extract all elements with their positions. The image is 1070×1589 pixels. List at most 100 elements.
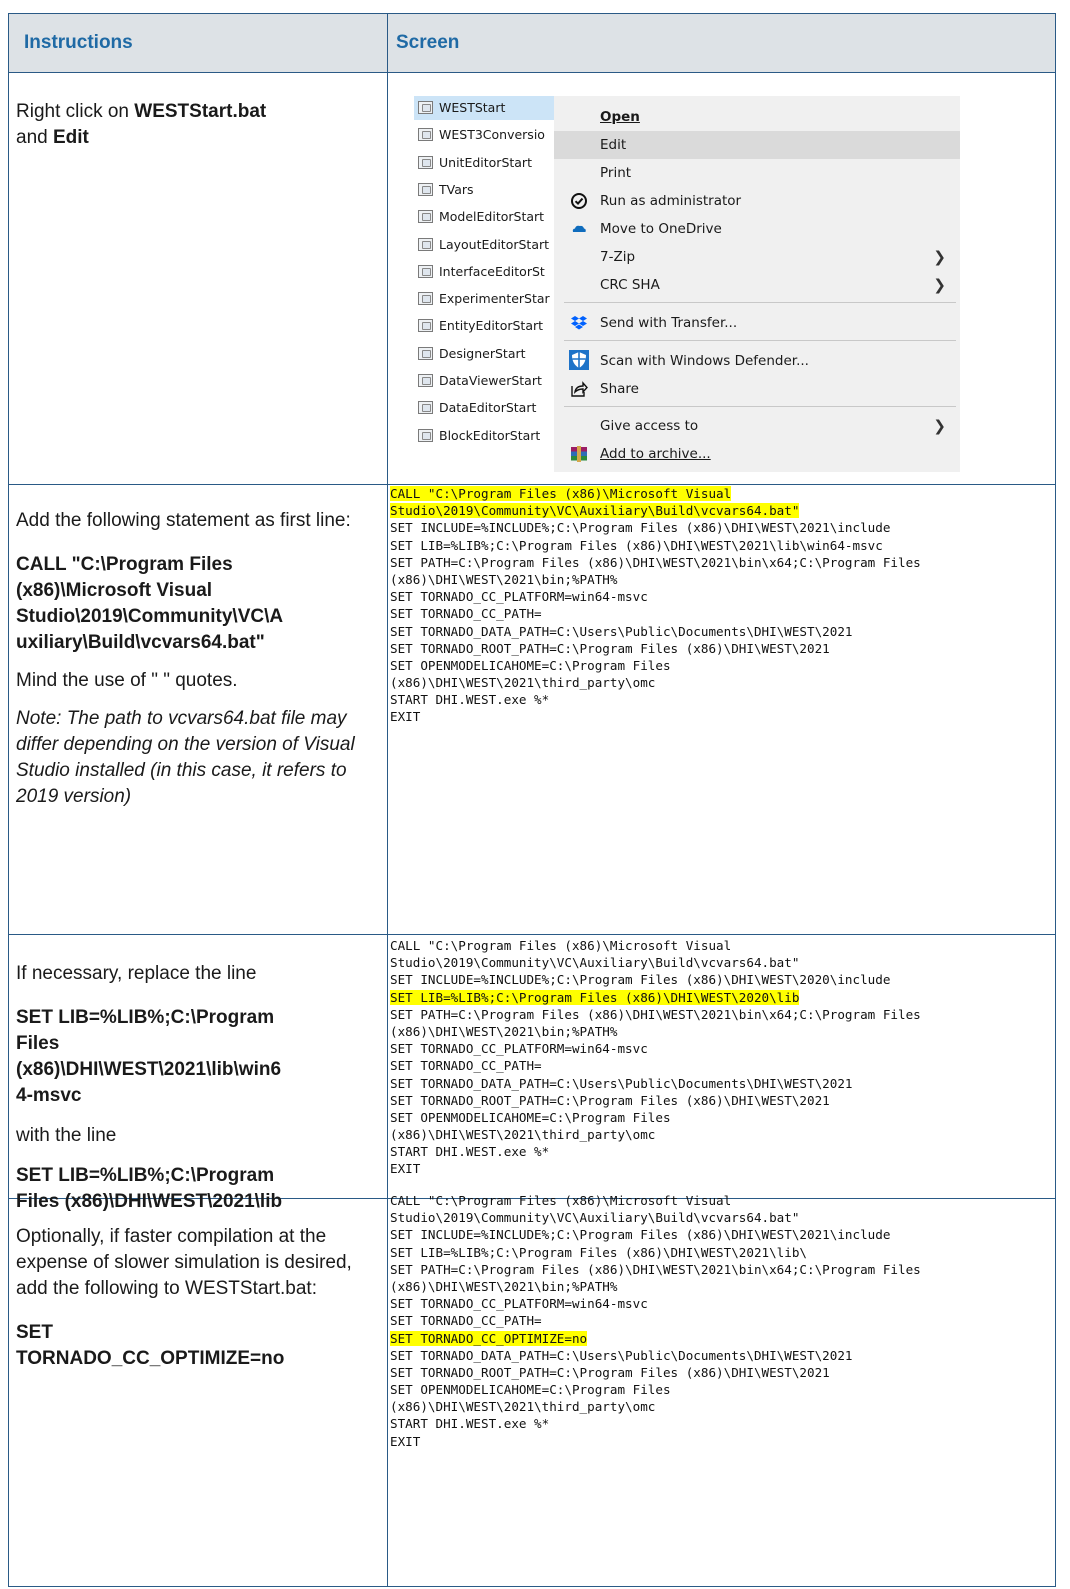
- code-line: SET TORNADO_CC_OPTIMIZE=no: [390, 1330, 1055, 1347]
- old-line: Files: [16, 1033, 60, 1054]
- code-line: (x86)\DHI\WEST\2021\third_party\omc: [390, 1398, 1055, 1415]
- code-text: Studio\2019\Community\VC\Auxiliary\Build…: [390, 955, 800, 971]
- new-line: SET LIB=%LIB%;C:\Program: [16, 1165, 275, 1186]
- row2-instructions: Add the following statement as first lin…: [16, 508, 361, 810]
- bat-code-block: CALL "C:\Program Files (x86)\Microsoft V…: [390, 1192, 1055, 1450]
- call-statement: (x86)\Microsoft Visual: [16, 580, 213, 601]
- menu-separator: [564, 302, 956, 303]
- explorer-screenshot: WESTStart WEST3Conversio UnitEditorStart TV…: [414, 96, 960, 472]
- code-text: SET TORNADO_ROOT_PATH=C:\Program Files (…: [390, 640, 830, 656]
- menu-run-as-admin[interactable]: Run as administrator: [554, 187, 960, 215]
- menu-label: Give access to: [600, 418, 699, 434]
- code-text: SET INCLUDE=%INCLUDE%;C:\Program Files (…: [390, 972, 891, 988]
- file-item[interactable]: ModelEditorStart: [414, 205, 564, 229]
- menu-label: Move to OneDrive: [600, 221, 722, 237]
- code-text: (x86)\DHI\WEST\2021\bin;%PATH%: [390, 571, 618, 587]
- code-text: SET TORNADO_CC_PATH=: [390, 1313, 542, 1329]
- file-item[interactable]: DataViewerStart: [414, 369, 564, 393]
- batch-file-icon: [418, 292, 433, 306]
- code-line: SET PATH=C:\Program Files (x86)\DHI\WEST…: [390, 554, 1055, 571]
- file-item[interactable]: DataEditorStart: [414, 396, 564, 420]
- file-name: ExperimenterStar: [439, 291, 550, 307]
- code-text: CALL "C:\Program Files (x86)\Microsoft V…: [390, 938, 732, 953]
- file-name: TVars: [439, 181, 474, 197]
- menu-send-transfer[interactable]: Send with Transfer...: [554, 309, 960, 337]
- file-name: EntityEditorStart: [439, 318, 544, 334]
- code-text: SET OPENMODELICAHOME=C:\Program Files: [390, 1382, 671, 1398]
- code-text: START DHI.WEST.exe %*: [390, 1416, 550, 1432]
- file-item[interactable]: BlockEditorStart: [414, 424, 564, 448]
- file-item[interactable]: TVars: [414, 178, 564, 202]
- menu-scan-defender[interactable]: Scan with Windows Defender...: [554, 347, 960, 375]
- code-text: SET TORNADO_DATA_PATH=C:\Users\Public\Do…: [390, 1075, 853, 1091]
- code-line: SET TORNADO_DATA_PATH=C:\Users\Public\Do…: [390, 623, 1055, 640]
- code-text: (x86)\DHI\WEST\2021\bin;%PATH%: [390, 1023, 618, 1039]
- menu-print[interactable]: Print: [554, 159, 960, 187]
- batch-file-icon: [418, 210, 433, 224]
- row-divider: [9, 72, 1055, 73]
- bat-code-block: CALL "C:\Program Files (x86)\Microsoft V…: [390, 937, 1055, 1178]
- quotes-note: Mind the use of " " quotes.: [16, 670, 238, 691]
- old-line: (x86)\DHI\WEST\2021\lib\win6: [16, 1059, 282, 1080]
- code-text: SET TORNADO_CC_PATH=: [390, 606, 542, 622]
- menu-crc-sha[interactable]: CRC SHA ❯: [554, 271, 960, 299]
- code-text: SET INCLUDE=%INCLUDE%;C:\Program Files (…: [390, 1227, 891, 1243]
- file-item[interactable]: UnitEditorStart: [414, 151, 564, 175]
- menu-share[interactable]: Share: [554, 375, 960, 403]
- code-text: SET TORNADO_CC_PLATFORM=win64-msvc: [390, 1041, 648, 1057]
- text: and: [16, 127, 53, 148]
- code-text: (x86)\DHI\WEST\2021\third_party\omc: [390, 1127, 656, 1143]
- code-text: CALL "C:\Program Files (x86)\Microsoft V…: [390, 486, 732, 501]
- code-line: CALL "C:\Program Files (x86)\Microsoft V…: [390, 1192, 1055, 1209]
- code-line: SET OPENMODELICAHOME=C:\Program Files: [390, 1381, 1055, 1398]
- defender-shield-icon: [568, 349, 590, 371]
- winrar-archive-icon: [570, 445, 588, 463]
- code-line: (x86)\DHI\WEST\2021\third_party\omc: [390, 1126, 1055, 1143]
- code-line: EXIT: [390, 708, 1055, 725]
- file-item[interactable]: LayoutEditorStart: [414, 233, 564, 257]
- file-item[interactable]: WEST3Conversio: [414, 123, 564, 147]
- menu-label: Run as administrator: [600, 193, 742, 209]
- optimize-statement: SET: [16, 1322, 53, 1343]
- file-name: WESTStart: [439, 100, 506, 115]
- code-line: SET PATH=C:\Program Files (x86)\DHI\WEST…: [390, 1006, 1055, 1023]
- instruction-text: Add the following statement as first lin…: [16, 510, 351, 531]
- file-item[interactable]: ExperimenterStar: [414, 287, 564, 311]
- file-item[interactable]: WESTStart: [414, 96, 564, 120]
- code-line: SET TORNADO_CC_PLATFORM=win64-msvc: [390, 1295, 1055, 1312]
- file-name: ModelEditorStart: [439, 209, 545, 225]
- instruction-text: If necessary, replace the line: [16, 963, 257, 984]
- menu-label: Share: [600, 381, 639, 397]
- menu-give-access[interactable]: Give access to ❯: [554, 412, 960, 440]
- batch-file-icon: [418, 155, 433, 169]
- edit-keyword: Edit: [52, 127, 89, 148]
- file-item[interactable]: InterfaceEditorSt: [414, 260, 564, 284]
- code-text: SET TORNADO_CC_PLATFORM=win64-msvc: [390, 589, 648, 605]
- call-statement: Studio\2019\Community\VC\A: [16, 606, 284, 627]
- code-text: SET TORNADO_DATA_PATH=C:\Users\Public\Do…: [390, 623, 853, 639]
- menu-move-onedrive[interactable]: Move to OneDrive: [554, 215, 960, 243]
- file-name: DataViewerStart: [439, 373, 542, 388]
- row3-instructions: If necessary, replace the line SET LIB=%…: [16, 961, 361, 1215]
- file-name: InterfaceEditorSt: [439, 263, 545, 279]
- menu-edit[interactable]: Edit: [554, 131, 960, 159]
- file-item[interactable]: EntityEditorStart: [414, 314, 564, 338]
- code-text: SET TORNADO_CC_PATH=: [390, 1058, 542, 1074]
- menu-open[interactable]: Open: [554, 103, 960, 131]
- code-text: EXIT: [390, 1433, 421, 1449]
- code-line: SET OPENMODELICAHOME=C:\Program Files: [390, 657, 1055, 674]
- menu-7zip[interactable]: 7-Zip ❯: [554, 243, 960, 271]
- file-item[interactable]: DesignerStart: [414, 342, 564, 366]
- menu-label: Edit: [600, 137, 627, 153]
- file-name: BlockEditorStart: [439, 427, 541, 443]
- code-line: Studio\2019\Community\VC\Auxiliary\Build…: [390, 1209, 1055, 1226]
- code-line: EXIT: [390, 1160, 1055, 1177]
- menu-separator: [564, 406, 956, 407]
- code-text: SET TORNADO_ROOT_PATH=C:\Program Files (…: [390, 1092, 830, 1108]
- menu-add-archive[interactable]: Add to archive...: [554, 440, 960, 468]
- menu-label: Send with Transfer...: [600, 315, 738, 331]
- code-line: SET INCLUDE=%INCLUDE%;C:\Program Files (…: [390, 971, 1055, 988]
- code-text: SET LIB=%LIB%;C:\Program Files (x86)\DHI…: [390, 1244, 808, 1260]
- code-line: SET TORNADO_DATA_PATH=C:\Users\Public\Do…: [390, 1347, 1055, 1364]
- code-line: SET LIB=%LIB%;C:\Program Files (x86)\DHI…: [390, 1244, 1055, 1261]
